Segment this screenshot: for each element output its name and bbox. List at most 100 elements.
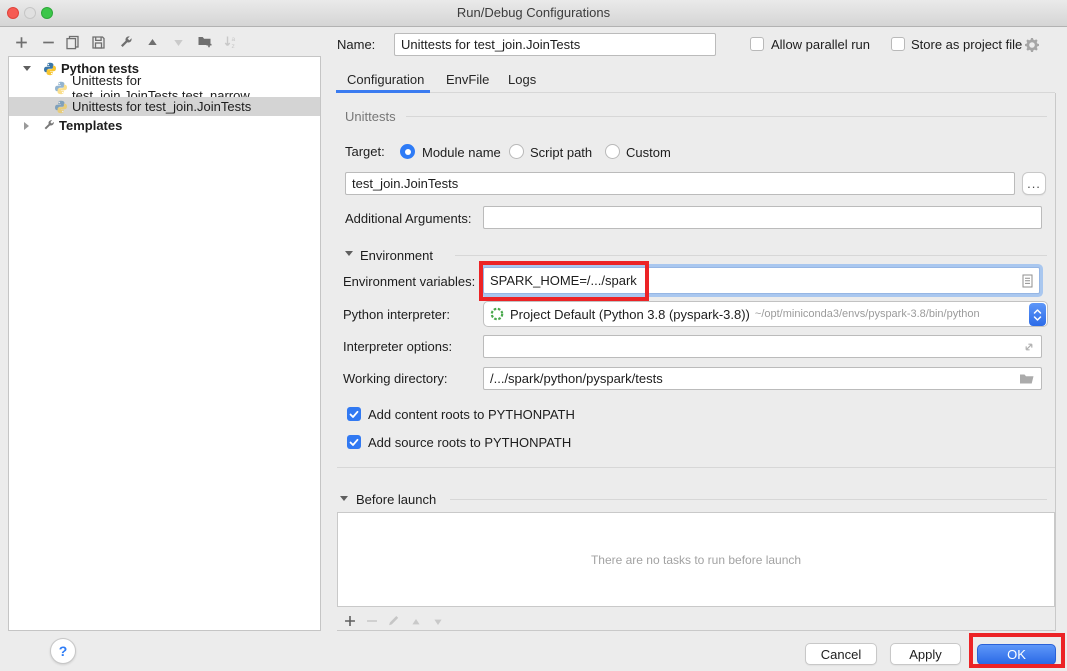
target-script-path-label: Script path (530, 145, 592, 160)
name-label: Name: (337, 37, 375, 52)
expand-field-button[interactable] (1023, 341, 1035, 353)
move-up-button[interactable] (144, 34, 161, 51)
svg-text:z: z (231, 43, 234, 49)
environment-collapse-arrow-icon[interactable] (345, 251, 353, 256)
tree-item-label: Unittests for test_join.JoinTests (72, 99, 251, 114)
minimize-button (24, 7, 36, 19)
cancel-button[interactable]: Cancel (805, 643, 877, 665)
browse-ellipsis: ... (1027, 176, 1041, 191)
minus-icon (365, 614, 379, 628)
move-down-button[interactable] (170, 34, 187, 51)
save-icon (91, 35, 106, 50)
expanded-arrow-icon[interactable] (23, 66, 31, 71)
active-tab-underline (336, 90, 430, 93)
content-bottom-border (337, 630, 1055, 631)
working-directory-value: /.../spark/python/pyspark/tests (490, 371, 663, 386)
tab-envfile[interactable]: EnvFile (446, 72, 489, 87)
environment-variables-input[interactable]: SPARK_HOME=/.../spark (483, 267, 1040, 294)
target-script-path-radio[interactable] (509, 144, 524, 159)
additional-arguments-label: Additional Arguments: (345, 211, 471, 226)
collapsed-arrow-icon[interactable] (24, 122, 29, 130)
browse-directory-button[interactable] (1019, 372, 1035, 385)
copy-icon (65, 35, 80, 50)
conda-environment-icon (490, 307, 504, 321)
interpreter-dropdown-stepper[interactable] (1029, 303, 1046, 326)
add-source-roots-checkbox[interactable] (347, 435, 361, 449)
environment-variables-value: SPARK_HOME=/.../spark (490, 273, 637, 288)
environment-section-line (455, 255, 1047, 256)
ok-button[interactable]: OK (977, 644, 1056, 665)
ok-label: OK (1007, 647, 1026, 662)
name-input[interactable]: Unittests for test_join.JoinTests (394, 33, 716, 56)
wrench-icon (118, 35, 133, 50)
copy-configuration-button[interactable] (64, 34, 81, 51)
tree-item-unittests-test-narrow[interactable]: Unittests for test_join.JoinTests.test_n… (9, 78, 320, 97)
env-list-icon (1022, 274, 1033, 288)
python-interpreter-label: Python interpreter: (343, 307, 450, 322)
before-launch-task-list[interactable]: There are no tasks to run before launch (337, 512, 1055, 607)
working-directory-input[interactable]: /.../spark/python/pyspark/tests (483, 367, 1042, 390)
store-options-button[interactable] (1023, 36, 1040, 53)
working-directory-label: Working directory: (343, 371, 448, 386)
folder-plus-icon (197, 34, 213, 49)
tab-logs[interactable]: Logs (508, 72, 536, 87)
allow-parallel-run-checkbox[interactable] (750, 37, 764, 51)
checkmark-icon (349, 438, 359, 447)
interpreter-options-label: Interpreter options: (343, 339, 452, 354)
expand-icon (1023, 341, 1035, 353)
apply-label: Apply (909, 647, 942, 662)
up-down-chevrons-icon (1032, 307, 1043, 323)
minus-icon (41, 35, 56, 50)
tab-configuration[interactable]: Configuration (347, 72, 424, 87)
python-interpreter-select[interactable]: Project Default (Python 3.8 (pyspark-3.8… (483, 301, 1048, 327)
additional-arguments-input[interactable] (483, 206, 1042, 229)
name-value: Unittests for test_join.JoinTests (401, 37, 580, 52)
target-browse-button[interactable]: ... (1022, 172, 1046, 195)
help-button[interactable]: ? (50, 638, 76, 664)
zoom-button[interactable] (41, 7, 53, 19)
target-input[interactable]: test_join.JoinTests (345, 172, 1015, 195)
new-folder-button[interactable] (196, 33, 213, 50)
tree-item-templates[interactable]: Templates (9, 116, 320, 135)
apply-button[interactable]: Apply (890, 643, 961, 665)
target-module-name-label: Module name (422, 145, 501, 160)
sort-alphabetically-button[interactable]: az (222, 33, 239, 50)
add-task-button[interactable] (341, 612, 358, 629)
before-launch-title: Before launch (356, 492, 436, 507)
store-as-project-file-checkbox[interactable] (891, 37, 905, 51)
close-button[interactable] (7, 7, 19, 19)
title-bar: Run/Debug Configurations (0, 0, 1067, 27)
move-task-up-button[interactable] (407, 613, 424, 630)
remove-task-button[interactable] (363, 612, 380, 629)
add-configuration-button[interactable] (13, 34, 30, 51)
target-custom-radio[interactable] (605, 144, 620, 159)
unittests-group-line (406, 116, 1047, 117)
python-icon (54, 100, 68, 114)
edit-task-button[interactable] (385, 612, 402, 629)
python-icon (43, 62, 57, 76)
before-launch-line (450, 499, 1047, 500)
content-right-border (1055, 93, 1056, 631)
wrench-icon (42, 119, 55, 132)
environment-section-title: Environment (360, 248, 433, 263)
python-interpreter-path: ~/opt/miniconda3/envs/pyspark-3.8/bin/py… (755, 308, 980, 320)
remove-configuration-button[interactable] (40, 34, 57, 51)
save-configuration-button[interactable] (90, 34, 107, 51)
allow-parallel-run-label: Allow parallel run (771, 37, 870, 52)
target-value: test_join.JoinTests (352, 176, 458, 191)
arrow-down-icon (432, 616, 444, 628)
plus-icon (14, 35, 29, 50)
browse-env-variables-button[interactable] (1022, 274, 1033, 288)
tree-item-unittests-jointests-selected[interactable]: Unittests for test_join.JoinTests (9, 97, 320, 116)
checkmark-icon (349, 410, 359, 419)
python-icon (54, 81, 68, 95)
window-title: Run/Debug Configurations (0, 0, 1067, 26)
add-source-roots-label: Add source roots to PYTHONPATH (368, 435, 571, 450)
target-module-name-radio[interactable] (400, 144, 415, 159)
move-task-down-button[interactable] (429, 613, 446, 630)
interpreter-options-input[interactable] (483, 335, 1042, 358)
before-launch-collapse-arrow-icon[interactable] (340, 496, 348, 501)
store-as-project-file-label: Store as project file (911, 37, 1022, 52)
edit-templates-button[interactable] (117, 34, 134, 51)
add-content-roots-checkbox[interactable] (347, 407, 361, 421)
